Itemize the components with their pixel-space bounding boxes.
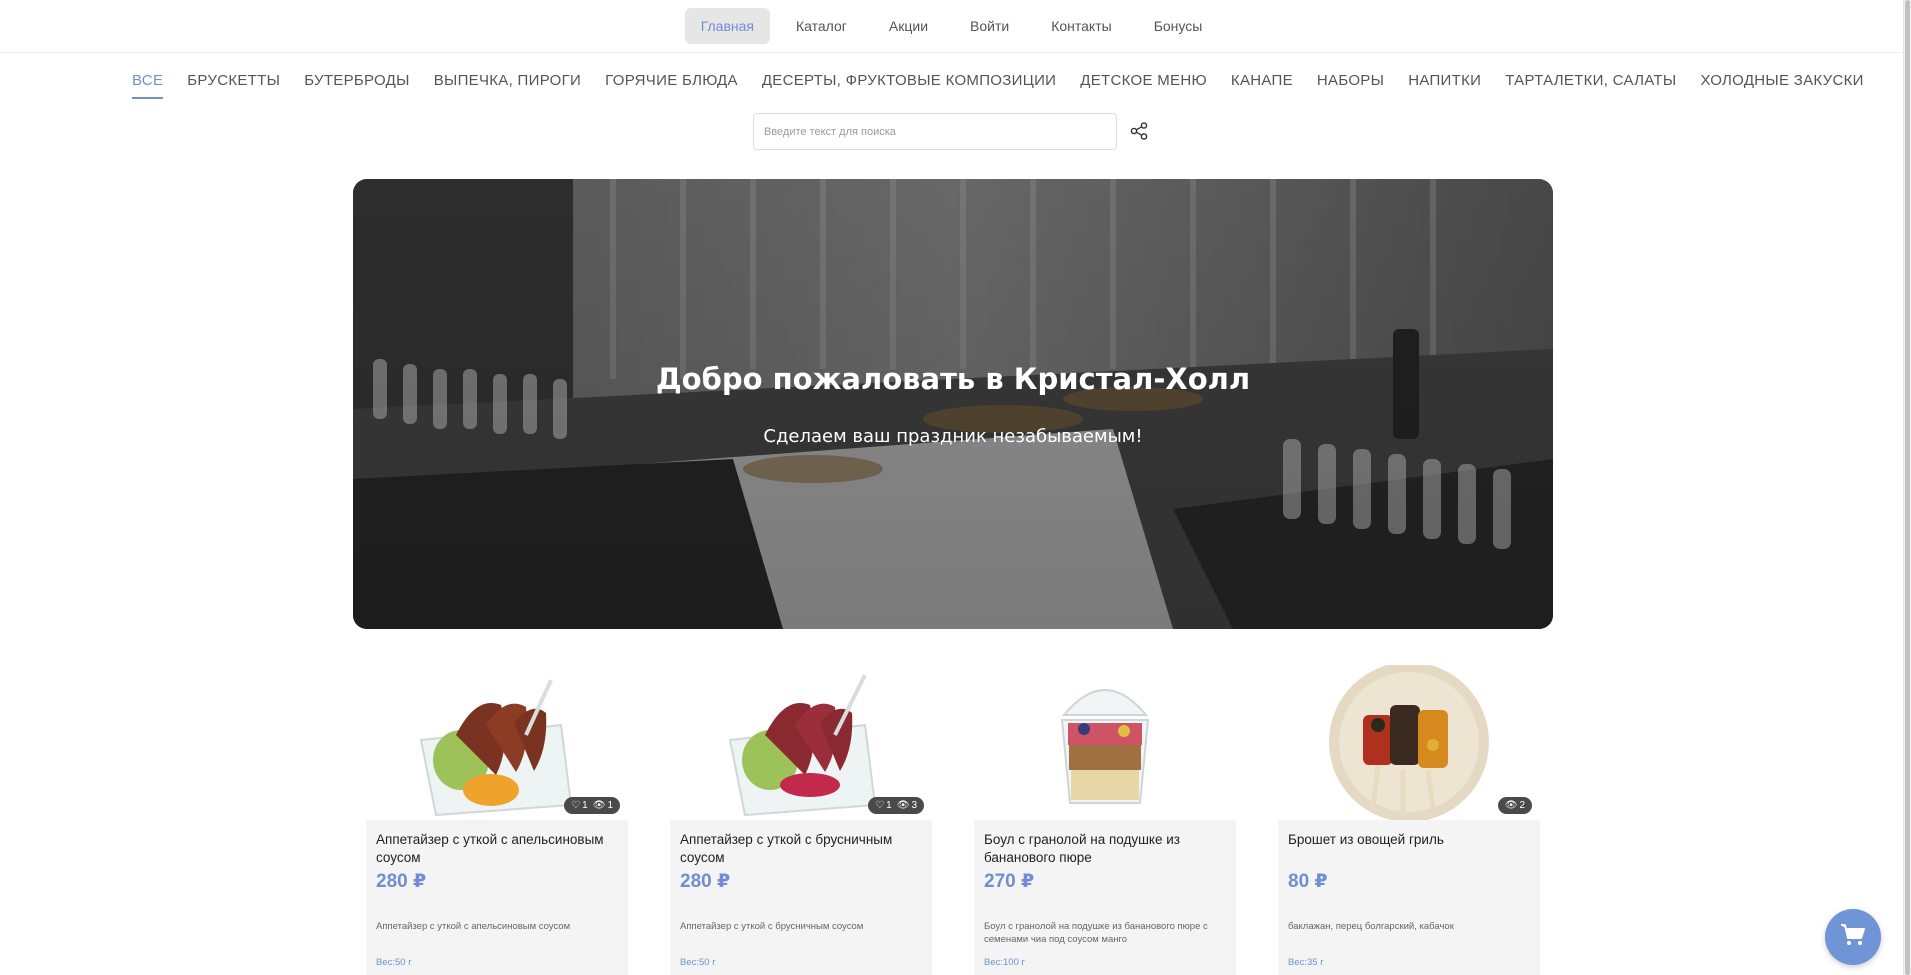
tab-desserts[interactable]: ДЕСЕРТЫ, ФРУКТОВЫЕ КОМПОЗИЦИИ bbox=[762, 72, 1056, 99]
hero-title: Добро пожаловать в Кристал-Холл bbox=[655, 362, 1251, 396]
eye-icon: 👁 bbox=[896, 800, 910, 811]
product-name[interactable]: Аппетайзер с уткой с брусничным соусом bbox=[680, 831, 922, 867]
product-weight: Вес:35 г bbox=[1288, 957, 1324, 968]
cart-button[interactable] bbox=[1825, 909, 1881, 965]
product-description: баклажан, перец болгарский, кабачок bbox=[1288, 921, 1454, 932]
tab-all[interactable]: ВСЕ bbox=[132, 72, 164, 99]
tab-hot-dishes[interactable]: ГОРЯЧИЕ БЛЮДА bbox=[605, 72, 738, 99]
product-image[interactable]: ♡ 1 👁 3 bbox=[670, 665, 932, 820]
nav-link-contacts[interactable]: Контакты bbox=[1035, 8, 1127, 44]
product-image[interactable]: 👁 2 bbox=[1278, 665, 1540, 820]
eye-icon: 👁 bbox=[1504, 800, 1518, 811]
nav-link-bonuses[interactable]: Бонусы bbox=[1138, 8, 1219, 44]
product-weight: Вес:100 г bbox=[984, 957, 1025, 968]
product-stats: 👁 2 bbox=[1497, 797, 1532, 814]
product-description: Аппетайзер с уткой с апельсиновым соусом bbox=[376, 921, 571, 932]
tab-pastry[interactable]: ВЫПЕЧКА, ПИРОГИ bbox=[434, 72, 581, 99]
eye-icon: 👁 bbox=[592, 800, 606, 811]
product-price: 280 ₽ bbox=[680, 871, 731, 892]
views-count: 3 bbox=[911, 800, 917, 811]
nav-link-catalog[interactable]: Каталог bbox=[780, 8, 863, 44]
tab-tartlets-salads[interactable]: ТАРТАЛЕТКИ, САЛАТЫ bbox=[1505, 72, 1676, 99]
hero-banner: Добро пожаловать в Кристал-Холл Сделаем … bbox=[353, 179, 1553, 629]
views-count: 2 bbox=[1519, 800, 1525, 811]
product-card[interactable]: ♡ 1 👁 3 Аппетайзер с уткой с брусничным со… bbox=[670, 665, 932, 975]
product-name[interactable]: Боул с гранолой на подушке из бананового… bbox=[984, 831, 1226, 867]
tab-drinks[interactable]: НАПИТКИ bbox=[1408, 72, 1481, 99]
product-price: 280 ₽ bbox=[376, 871, 427, 892]
search-input[interactable] bbox=[753, 113, 1117, 150]
product-stats: ♡ 1 👁 1 bbox=[564, 797, 620, 814]
tab-bruschetta[interactable]: БРУСКЕТТЫ bbox=[187, 72, 280, 99]
hero-subtitle: Сделаем ваш праздник незабываемым! bbox=[763, 426, 1143, 447]
product-price: 80 ₽ bbox=[1288, 871, 1328, 892]
nav-link-login[interactable]: Войти bbox=[954, 8, 1025, 44]
product-name[interactable]: Аппетайзер с уткой с апельсиновым соусом bbox=[376, 831, 618, 867]
product-weight: Вес:50 г bbox=[376, 957, 412, 968]
tab-sets[interactable]: НАБОРЫ bbox=[1317, 72, 1384, 99]
product-price: 270 ₽ bbox=[984, 871, 1035, 892]
product-description: Боул с гранолой на подушке из бананового… bbox=[984, 921, 1208, 945]
cart-icon bbox=[1840, 923, 1866, 952]
product-name[interactable]: Брошет из овощей гриль bbox=[1288, 831, 1530, 849]
product-card[interactable]: ♡ 1 👁 1 Аппетайзер с уткой с апельсиновым … bbox=[366, 665, 628, 975]
product-card[interactable]: Боул с гранолой на подушке из бананового… bbox=[974, 665, 1236, 975]
scrollbar[interactable] bbox=[1903, 0, 1911, 975]
likes-count: 1 bbox=[582, 800, 588, 811]
nav-link-home[interactable]: Главная bbox=[684, 8, 770, 44]
product-image[interactable] bbox=[974, 665, 1236, 820]
heart-icon[interactable]: ♡ bbox=[571, 800, 580, 811]
product-weight: Вес:50 г bbox=[680, 957, 716, 968]
category-tabs: ВСЕ БРУСКЕТТЫ БУТЕРБРОДЫ ВЫПЕЧКА, ПИРОГИ… bbox=[132, 72, 1864, 99]
product-image[interactable]: ♡ 1 👁 1 bbox=[366, 665, 628, 820]
share-icon[interactable] bbox=[1129, 121, 1149, 141]
tab-canape[interactable]: КАНАПЕ bbox=[1231, 72, 1293, 99]
product-description: Аппетайзер с уткой с брусничным соусом bbox=[680, 921, 864, 932]
product-stats: ♡ 1 👁 3 bbox=[868, 797, 924, 814]
scrollbar-thumb[interactable] bbox=[1905, 0, 1910, 975]
product-card[interactable]: 👁 2 Брошет из овощей гриль 80 ₽ баклажан,… bbox=[1278, 665, 1540, 975]
product-grid: ♡ 1 👁 1 Аппетайзер с уткой с апельсиновым … bbox=[366, 665, 1540, 975]
tab-cold-snacks[interactable]: ХОЛОДНЫЕ ЗАКУСКИ bbox=[1700, 72, 1863, 99]
tab-kids-menu[interactable]: ДЕТСКОЕ МЕНЮ bbox=[1080, 72, 1207, 99]
likes-count: 1 bbox=[886, 800, 892, 811]
hero-image bbox=[353, 179, 1553, 629]
nav-link-promotions[interactable]: Акции bbox=[873, 8, 944, 44]
tab-sandwiches[interactable]: БУТЕРБРОДЫ bbox=[304, 72, 410, 99]
views-count: 1 bbox=[607, 800, 613, 811]
heart-icon[interactable]: ♡ bbox=[875, 800, 884, 811]
top-navigation: Главная Каталог Акции Войти Контакты Бон… bbox=[0, 0, 1903, 53]
